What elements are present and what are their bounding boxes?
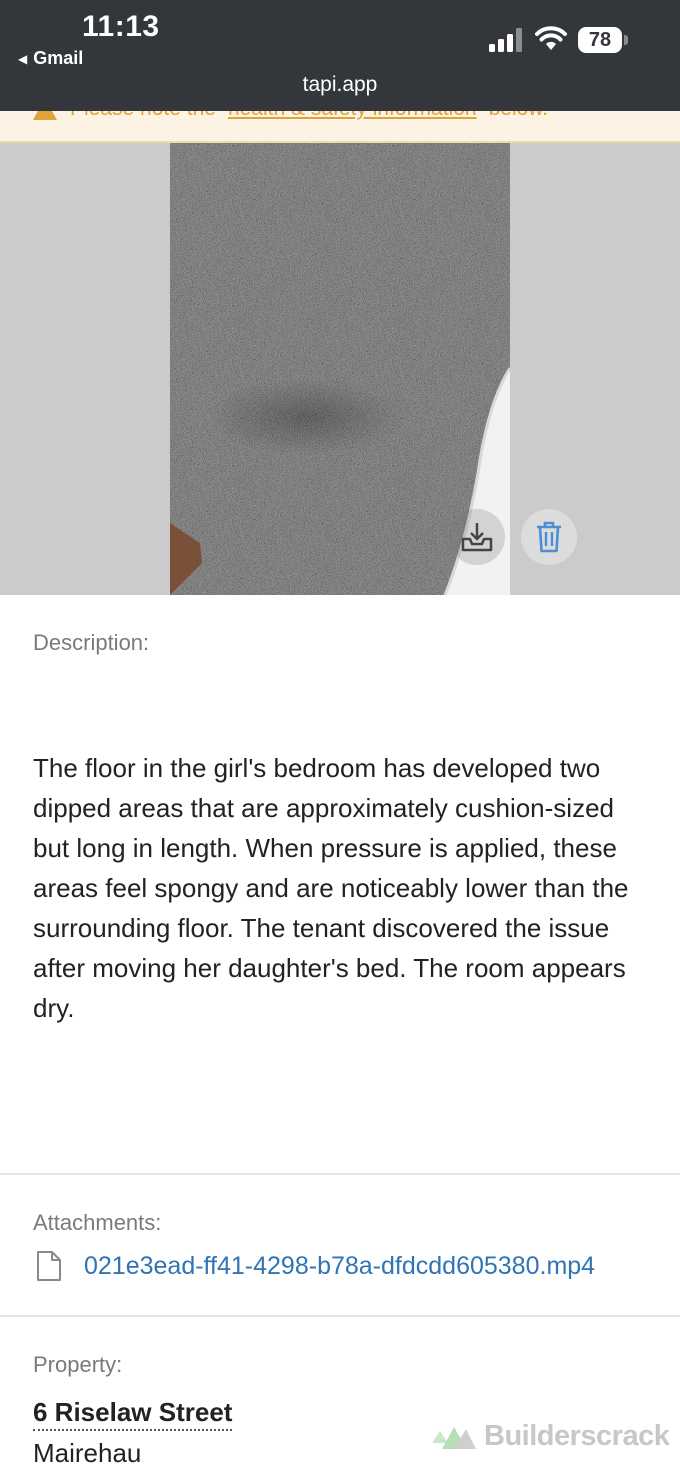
download-tray-icon xyxy=(461,523,493,552)
status-bar: 11:13 ◀ Gmail tapi.app 78 xyxy=(0,0,680,111)
property-street[interactable]: 6 Riselaw Street xyxy=(33,1397,233,1431)
section-divider xyxy=(0,1173,680,1175)
property-suburb: Mairehau xyxy=(33,1438,142,1468)
status-time: 11:13 xyxy=(82,10,160,43)
property-label: Property: xyxy=(33,1352,123,1377)
attachment-link[interactable]: 021e3ead-ff41-4298-b78a-dfdcdd605380.mp4 xyxy=(84,1252,595,1281)
description-label: Description: xyxy=(33,630,150,655)
section-divider xyxy=(0,1315,680,1317)
attachments-label: Attachments: xyxy=(33,1210,162,1235)
warning-triangle-icon xyxy=(33,111,57,120)
warning-banner: Please note the health & safety informat… xyxy=(0,111,680,143)
battery-icon: 78 xyxy=(578,27,630,53)
attachment-item[interactable]: 021e3ead-ff41-4298-b78a-dfdcdd605380.mp4 xyxy=(36,1250,595,1282)
back-to-gmail-link[interactable]: ◀ Gmail xyxy=(18,48,83,69)
battery-level: 78 xyxy=(588,29,612,51)
download-photo-button[interactable] xyxy=(449,509,505,565)
back-app-label: Gmail xyxy=(33,48,84,68)
builderscrack-logo-mark-icon xyxy=(432,1426,476,1449)
warning-suffix: below. xyxy=(489,111,549,121)
file-icon xyxy=(37,1251,61,1281)
cellular-signal-icon xyxy=(489,28,522,52)
back-arrow-icon: ◀ xyxy=(18,51,28,66)
health-safety-link[interactable]: health & safety information xyxy=(228,111,477,121)
delete-photo-button[interactable] xyxy=(521,509,577,565)
trash-icon xyxy=(537,521,561,553)
warning-prefix: Please note the xyxy=(70,111,216,121)
photo-viewer xyxy=(0,143,680,595)
address-bar-url[interactable]: tapi.app xyxy=(0,73,680,97)
builderscrack-wordmark: Builderscrack xyxy=(484,1420,670,1452)
wifi-icon xyxy=(535,26,567,50)
description-text: The floor in the girl's bedroom has deve… xyxy=(33,753,629,1023)
builderscrack-logo: Builderscrack xyxy=(432,1420,670,1453)
